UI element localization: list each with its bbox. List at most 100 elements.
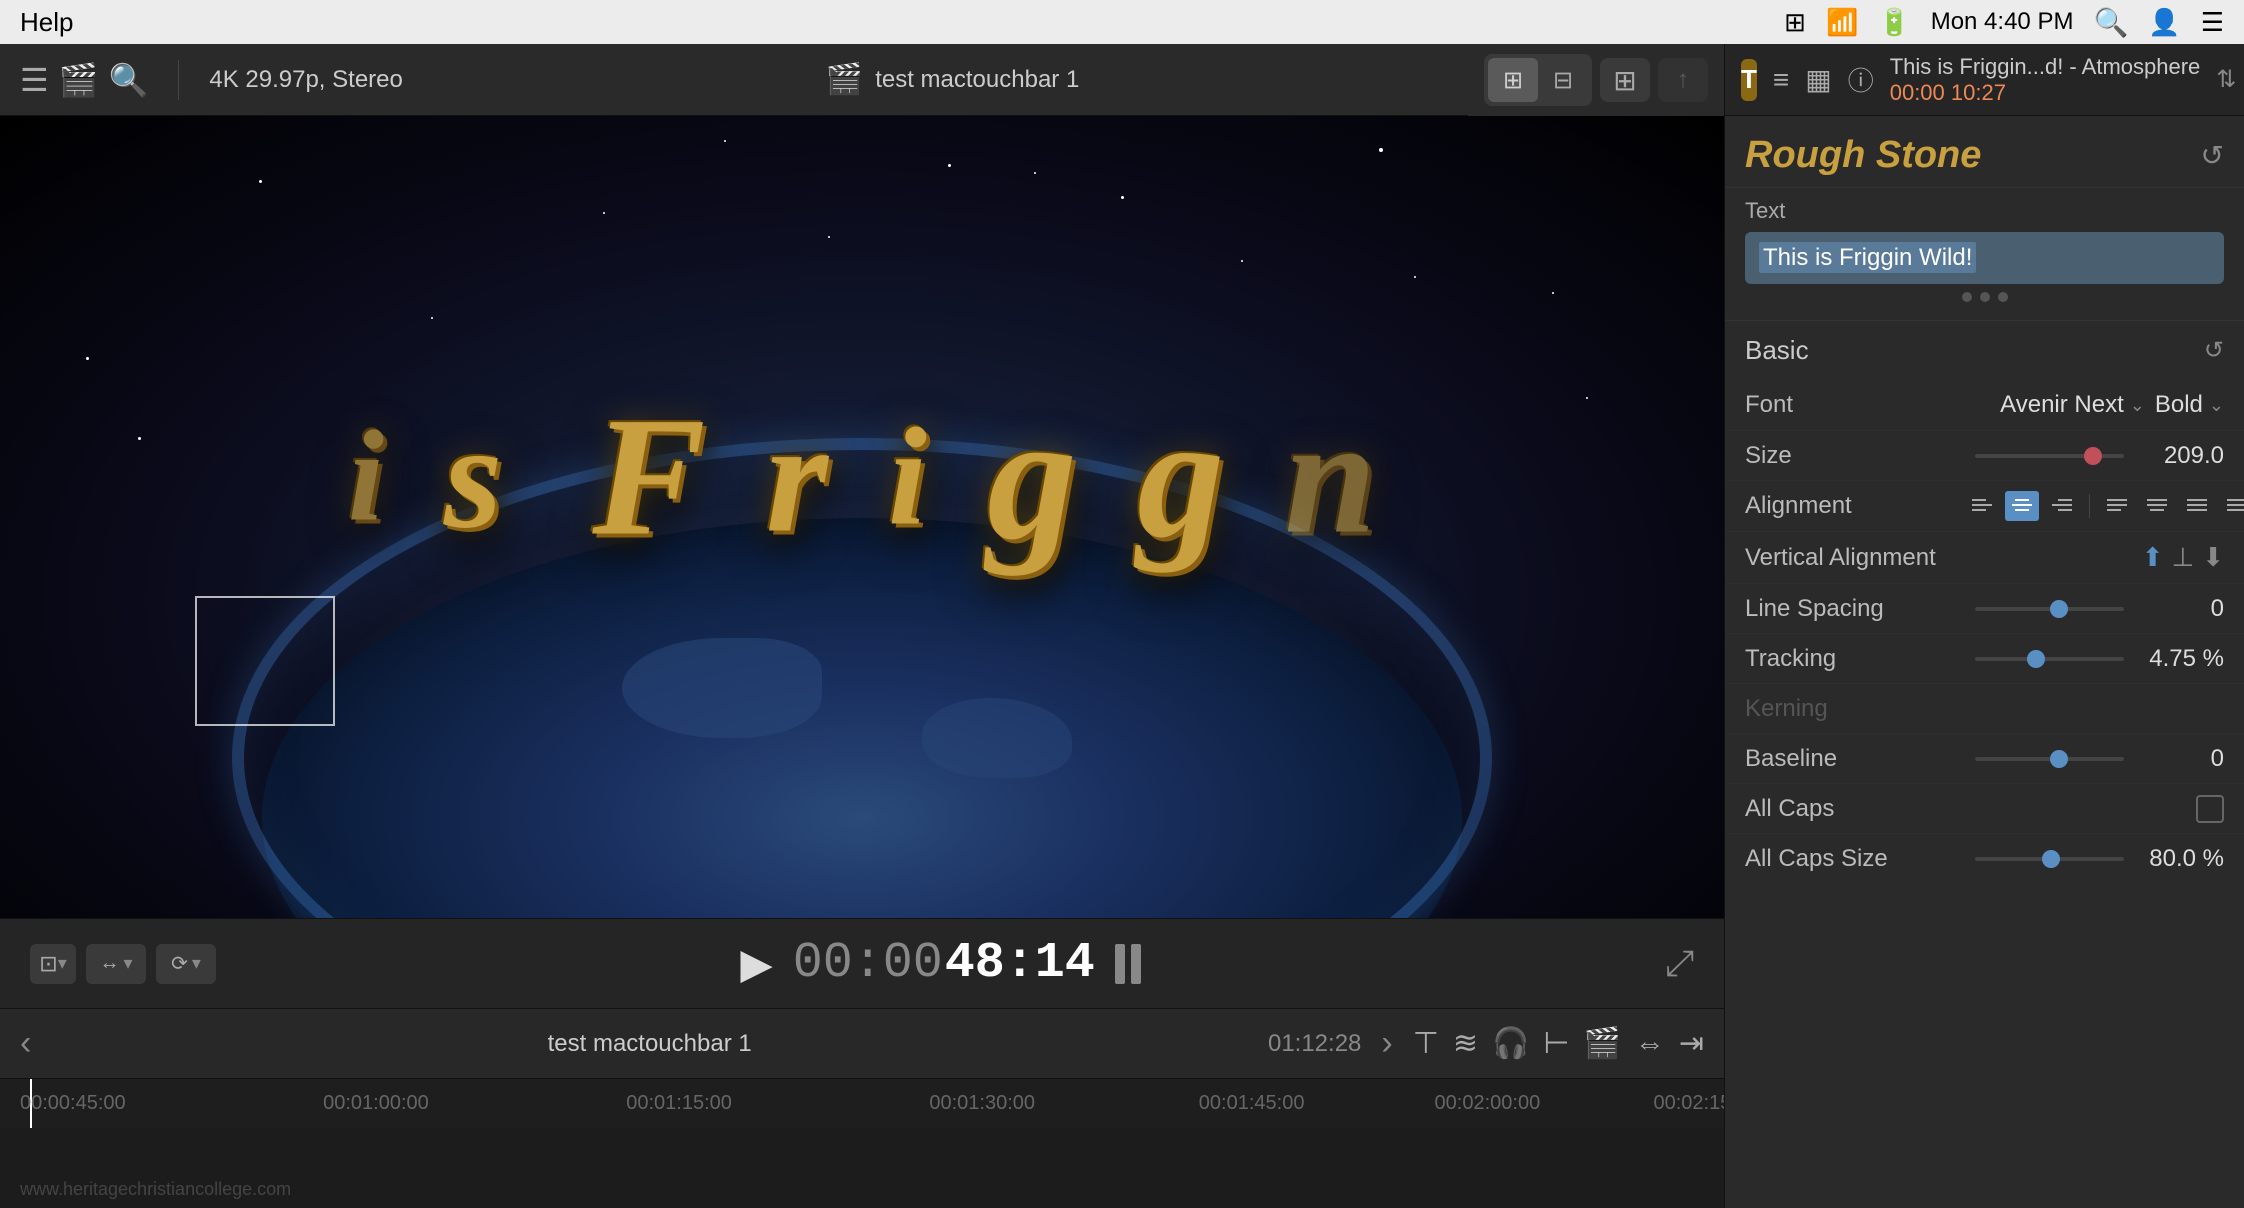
baseline-slider[interactable] (1975, 757, 2124, 761)
website-watermark: www.heritagechristiancollege.com (20, 1179, 291, 1200)
pb-right: ⤢ (1665, 942, 1694, 985)
search-icon[interactable]: 🔍 (2093, 6, 2128, 39)
prev-btn[interactable]: ‹ (20, 1024, 31, 1063)
app-body: ☰ 🎬 🔍 4K 29.97p, Stereo 🎬 test mactouchb… (0, 44, 2244, 1208)
all-caps-size-value[interactable]: 80.0 % (2144, 845, 2224, 873)
library-icon[interactable]: ☰ (20, 61, 49, 99)
speed-btn[interactable]: ⟳ ▾ (156, 944, 216, 984)
size-value[interactable]: 209.0 (2144, 442, 2224, 470)
all-caps-size-row: All Caps Size 80.0 % (1725, 833, 2244, 883)
wifi-icon: 📶 (1826, 7, 1858, 38)
align-justify-all-btn[interactable] (2220, 491, 2244, 521)
airplay-icon[interactable]: ⊞ (1784, 7, 1806, 38)
all-caps-size-slider[interactable] (1975, 857, 2124, 861)
audio-wave-icon[interactable]: ≋ (1453, 1026, 1478, 1061)
basic-section-header: Basic ↺ (1725, 321, 2244, 380)
view-toggle-group: ⊞ ⊟ (1484, 54, 1592, 106)
user-icon[interactable]: 👤 (2148, 7, 2180, 38)
align-justify-right-btn[interactable] (2180, 491, 2214, 521)
left-panel: ☰ 🎬 🔍 4K 29.97p, Stereo 🎬 test mactouchb… (0, 44, 1724, 1208)
menu-icon[interactable]: ☰ (2201, 7, 2224, 38)
line-spacing-slider[interactable] (1975, 607, 2124, 611)
battery-icon: 🔋 (1878, 7, 1910, 38)
align-justify-center-btn[interactable] (2140, 491, 2174, 521)
valign-middle-btn[interactable]: ⊥ (2172, 542, 2195, 573)
search-icon[interactable]: 🔍 (109, 61, 149, 99)
size-controls: 209.0 (1965, 442, 2224, 470)
timeline-title: test mactouchbar 1 (51, 1030, 1248, 1058)
letter-i2: i (888, 396, 927, 557)
dots-indicator (1745, 284, 2224, 310)
font-name-value: Avenir Next (2000, 391, 2124, 419)
split-audio-icon[interactable]: ⊤ (1413, 1026, 1439, 1061)
timeline-header: ‹ test mactouchbar 1 01:12:28 › ⊤ ≋ 🎧 ⊢ … (0, 1008, 1724, 1078)
pause-button[interactable] (1115, 944, 1141, 984)
dot-2 (1980, 292, 1990, 302)
letter-i: i (348, 402, 384, 552)
text-input-area[interactable]: This is Friggin Wild! (1745, 232, 2224, 284)
basic-label: Basic (1745, 335, 1809, 366)
font-name-chevron: ⌄ (2130, 395, 2145, 416)
list-inspector-btn[interactable]: ≡ (1773, 59, 1789, 101)
crop-btn[interactable]: ⊡ ▾ (30, 944, 76, 984)
size-row: Size 209.0 (1725, 430, 2244, 480)
font-weight-btn[interactable]: Bold ⌄ (2155, 391, 2224, 419)
grid-view-btn[interactable]: ⊞ (1488, 58, 1538, 102)
next-btn[interactable]: › (1381, 1024, 1392, 1063)
alignment-controls (1965, 491, 2244, 521)
text-inspector-btn[interactable]: T (1741, 59, 1757, 101)
play-button[interactable]: ▶ (740, 939, 772, 988)
info-inspector-btn[interactable]: ⓘ (1848, 59, 1874, 101)
tracking-label: Tracking (1745, 645, 1965, 673)
line-spacing-value[interactable]: 0 (2144, 595, 2224, 623)
align-left-btn[interactable] (1965, 491, 1999, 521)
transform-chevron: ▾ (123, 953, 132, 974)
timecode-display: 00:0048:14 (793, 935, 1095, 992)
tracking-value[interactable]: 4.75 % (2144, 645, 2224, 673)
align-center-btn[interactable] (2005, 491, 2039, 521)
tracking-slider[interactable] (1975, 657, 2124, 661)
film-inspector-btn[interactable]: ▦ (1805, 59, 1831, 101)
blade-icon[interactable]: ⊢ (1543, 1026, 1569, 1061)
line-spacing-label: Line Spacing (1745, 595, 1965, 623)
ruler-mark-2: 00:01:15:00 (626, 1092, 732, 1115)
expand-icon[interactable]: ⇔ (1635, 1027, 1665, 1061)
all-caps-checkbox[interactable] (2196, 795, 2224, 823)
video-preview: i s F r i g g n (0, 116, 1724, 918)
sliders-btn[interactable]: ⊞ (1600, 58, 1650, 102)
list-view-btn[interactable]: ⊟ (1538, 58, 1588, 102)
film-icon[interactable]: 🎬 (1584, 1026, 1621, 1061)
app-toolbar-right: ⊞ ⊟ ⊞ ↑ (1468, 44, 1724, 116)
valign-top-btn[interactable]: ⬆ (2142, 542, 2164, 573)
inspector-chevron[interactable]: ⇅ (2216, 65, 2236, 94)
valign-bottom-btn[interactable]: ⬇ (2202, 542, 2224, 573)
letter-g2: g (1137, 376, 1225, 577)
menubar: Help ⊞ 📶 🔋 Mon 4:40 PM 🔍 👤 ☰ (0, 0, 2244, 44)
valign-controls: ⬆ ⊥ ⬇ (1965, 542, 2224, 573)
align-right-btn[interactable] (2045, 491, 2079, 521)
film-strip-icon[interactable]: 🎬 (59, 61, 99, 99)
line-spacing-controls: 0 (1965, 595, 2224, 623)
baseline-value[interactable]: 0 (2144, 745, 2224, 773)
reset-icon[interactable]: ↺ (2201, 139, 2224, 172)
headphones-icon[interactable]: 🎧 (1492, 1026, 1529, 1061)
video-background: i s F r i g g n (0, 116, 1724, 918)
basic-reset[interactable]: ↺ (2204, 336, 2224, 365)
share-btn[interactable]: ↑ (1658, 58, 1708, 102)
fullscreen-btn[interactable]: ⤢ (1665, 942, 1694, 985)
text-highlight: This is Friggin Wild! (1759, 242, 1976, 273)
align-justify-left-btn[interactable] (2100, 491, 2134, 521)
all-caps-size-controls: 80.0 % (1965, 845, 2224, 873)
menubar-help[interactable]: Help (20, 7, 73, 38)
clapper-icon: 🎬 (826, 62, 863, 97)
effect-name-bar: Rough Stone ↺ (1725, 116, 2244, 188)
dot-1 (1962, 292, 1972, 302)
font-name-btn[interactable]: Avenir Next ⌄ (2000, 391, 2145, 419)
skip-icon[interactable]: ⇥ (1679, 1026, 1704, 1061)
all-caps-size-label: All Caps Size (1745, 845, 1965, 873)
size-slider[interactable] (1975, 454, 2124, 458)
transform-btn[interactable]: ↔ ▾ (86, 944, 146, 984)
all-caps-row: All Caps (1725, 783, 2244, 833)
kerning-label: Kerning (1745, 695, 1965, 723)
font-weight-value: Bold (2155, 391, 2203, 419)
